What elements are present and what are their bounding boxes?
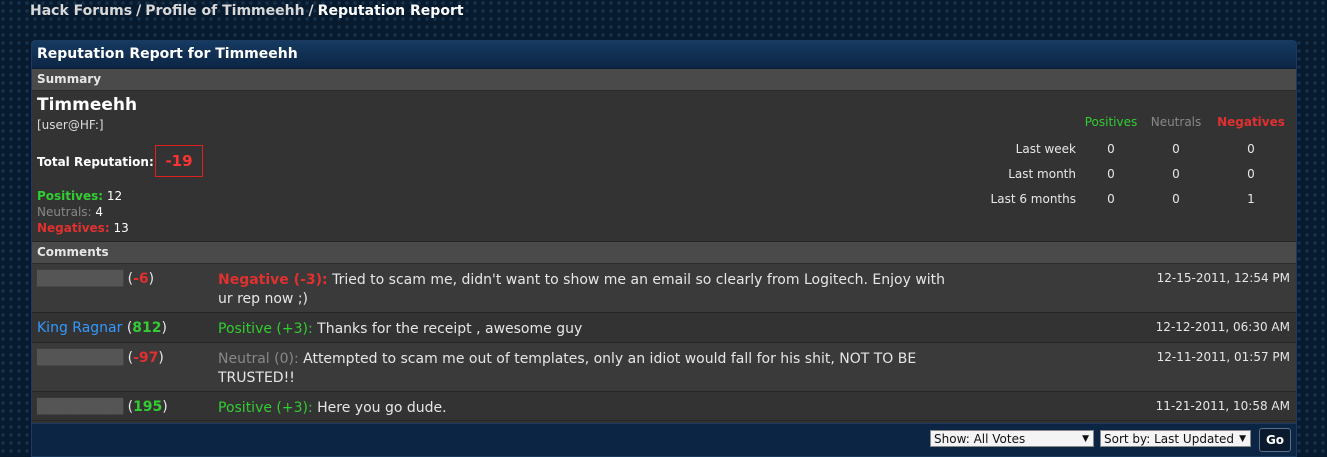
- comment-text: Here you go dude.: [317, 400, 447, 416]
- negatives-label: Negatives:: [37, 221, 110, 235]
- comment-body: Neutral (0): Attempted to scam me out of…: [218, 350, 963, 388]
- stats-row-label: Last 6 months: [990, 192, 1076, 206]
- comment-date: 12-11-2011, 01:57 PM: [1156, 350, 1290, 364]
- vote-counts: Positives: 12 Neutrals: 4 Negatives: 13: [37, 188, 129, 236]
- comment-user-rep: 812: [132, 320, 162, 336]
- stats-cell: 0: [1172, 142, 1180, 156]
- sort-by-select[interactable]: Sort by: Last Updated ▼: [1100, 430, 1251, 447]
- comment-username[interactable]: ████████: [37, 271, 123, 287]
- comment-user: ████████ (-97): [37, 350, 164, 366]
- total-reputation-value: -19: [155, 145, 203, 177]
- comment-user-rep: 195: [133, 399, 163, 415]
- breadcrumb-hack-forums[interactable]: Hack Forums: [30, 3, 132, 19]
- negatives-value: 13: [113, 221, 129, 235]
- dropdown-arrow-icon: ▼: [1082, 434, 1089, 444]
- comment-text: Tried to scam me, didn't want to show me…: [218, 272, 946, 307]
- comment-text: Attempted to scam me out of templates, o…: [218, 351, 917, 386]
- stats-cell: 0: [1172, 167, 1180, 181]
- panel-title: Reputation Report for Timmeehh: [32, 41, 1296, 69]
- vote-label: Neutral (0):: [218, 351, 299, 367]
- stats-row-label: Last month: [1008, 167, 1076, 181]
- comment-text: Thanks for the receipt , awesome guy: [317, 321, 583, 337]
- comment-row: ████████ (-6) Negative (-3): Tried to sc…: [32, 264, 1296, 313]
- breadcrumb: Hack Forums / Profile of Timmeehh / Reputati…: [30, 3, 464, 19]
- comment-date: 12-15-2011, 12:54 PM: [1156, 271, 1290, 285]
- stats-cell: 1: [1247, 192, 1255, 206]
- sort-by-value: Sort by: Last Updated: [1104, 432, 1235, 446]
- show-votes-select[interactable]: Show: All Votes ▼: [930, 430, 1094, 447]
- breadcrumb-current: Reputation Report: [317, 3, 464, 19]
- comment-user: ████████ (-6): [37, 271, 155, 287]
- comment-body: Positive (+3): Here you go dude.: [218, 399, 963, 418]
- stats-header-neutrals: Neutrals: [1150, 115, 1202, 129]
- breadcrumb-separator: /: [136, 3, 142, 19]
- vote-label: Positive (+3):: [218, 400, 313, 416]
- comment-user-rep: -6: [133, 271, 149, 287]
- breadcrumb-profile[interactable]: Profile of Timmeehh: [145, 3, 304, 19]
- comment-user: ████████ (195): [37, 399, 168, 415]
- total-reputation-label: Total Reputation:: [37, 155, 154, 169]
- comment-body: Positive (+3): Thanks for the receipt , …: [218, 320, 963, 339]
- comment-user-rep: -97: [133, 350, 159, 366]
- stats-cell: 0: [1247, 142, 1255, 156]
- summary-header: Summary: [32, 69, 1296, 91]
- comment-row: ████████ (-97) Neutral (0): Attempted to…: [32, 343, 1296, 392]
- comment-date: 12-12-2011, 06:30 AM: [1155, 320, 1290, 334]
- comment-username[interactable]: ████████: [37, 399, 123, 415]
- reputation-panel: Reputation Report for Timmeehh Summary T…: [31, 40, 1297, 457]
- vote-label: Negative (-3):: [218, 272, 328, 288]
- comment-username[interactable]: King Ragnar: [37, 320, 122, 336]
- filter-footer: Show: All Votes ▼ Sort by: Last Updated …: [32, 423, 1296, 456]
- stats-row-label: Last week: [1015, 142, 1076, 156]
- neutrals-label: Neutrals:: [37, 205, 92, 219]
- stats-cell: 0: [1247, 167, 1255, 181]
- username[interactable]: Timmeehh: [37, 95, 137, 115]
- dropdown-arrow-icon: ▼: [1239, 434, 1246, 444]
- comment-user: King Ragnar (812): [37, 320, 167, 336]
- stats-cell: 0: [1172, 192, 1180, 206]
- stats-header-negatives: Negatives: [1217, 115, 1285, 129]
- user-title: [user@HF:]: [37, 118, 104, 132]
- comment-date: 11-21-2011, 10:58 AM: [1155, 399, 1290, 413]
- show-votes-value: Show: All Votes: [934, 432, 1026, 446]
- comment-row: King Ragnar (812) Positive (+3): Thanks …: [32, 313, 1296, 343]
- positives-value: 12: [106, 189, 123, 203]
- comment-body: Negative (-3): Tried to scam me, didn't …: [218, 271, 963, 309]
- comments-header: Comments: [32, 242, 1296, 264]
- go-button[interactable]: Go: [1259, 428, 1291, 452]
- summary-section: Timmeehh [user@HF:] Total Reputation: -1…: [32, 91, 1296, 242]
- neutrals-value: 4: [95, 205, 104, 219]
- comment-username[interactable]: ████████: [37, 350, 123, 366]
- breadcrumb-separator: /: [308, 3, 314, 19]
- vote-label: Positive (+3):: [218, 321, 313, 337]
- positives-label: Positives:: [37, 189, 104, 203]
- comment-row: ████████ (195) Positive (+3): Here you g…: [32, 392, 1296, 421]
